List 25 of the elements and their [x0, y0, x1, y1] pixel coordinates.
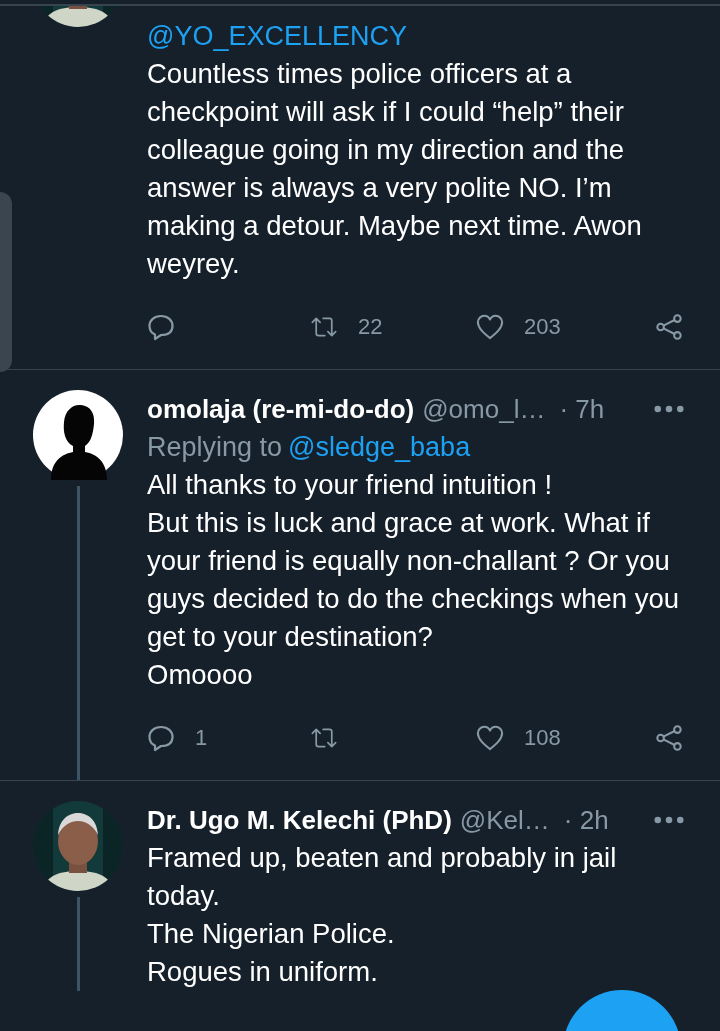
timestamp: · 7h — [559, 393, 605, 425]
display-name: Dr. Ugo M. Kelechi (PhD) — [147, 804, 452, 836]
replying-label: Replying to — [147, 432, 283, 462]
heart-icon[interactable] — [476, 313, 504, 341]
more-icon[interactable] — [654, 405, 684, 413]
tweet-text: Countless times police officers at a checkpoint will ask if I could “help” their colleague going in my direction and the answer is always a very polite NO. I’m making a detour. Maybe next time. Awon weyrey. — [147, 57, 643, 281]
timestamp: · 2h — [563, 804, 609, 836]
mention-link[interactable]: @sledge_baba — [288, 432, 471, 462]
display-name: omolaja (re-mi-do-do) — [147, 393, 415, 425]
tweet-text: Framed up, beaten and probably in jail today. The Nigerian Police. Rogues in uniform. — [147, 841, 618, 989]
handle: @Kel… — [459, 804, 550, 836]
reply-count: 1 — [195, 725, 208, 751]
like-count: 203 — [524, 314, 561, 340]
tweet-text: All thanks to your friend intuition ! But this is luck and grace at work. What if your friend is equally non-challant ? Or you guys decided to do the checkings when you get to your destination? Omoooo — [147, 468, 681, 692]
heart-icon[interactable] — [476, 724, 504, 752]
share-icon[interactable] — [655, 724, 683, 752]
like-count: 108 — [524, 725, 561, 751]
handle: @omo_l… — [422, 393, 546, 425]
share-icon[interactable] — [655, 313, 683, 341]
retweet-count: 22 — [358, 314, 383, 340]
reply-icon[interactable] — [147, 724, 175, 752]
mention-link[interactable]: @YO_EXCELLENCY — [147, 21, 407, 51]
more-icon[interactable] — [654, 816, 684, 824]
reply-icon[interactable] — [147, 313, 175, 341]
avatar[interactable] — [33, 390, 123, 480]
